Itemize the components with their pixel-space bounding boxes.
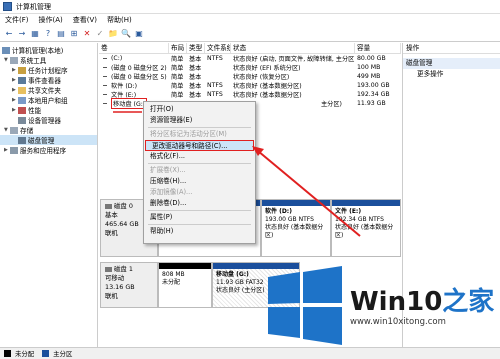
annotation-arrow-line: [257, 150, 361, 237]
watermark-title: Win10之家: [350, 287, 495, 317]
watermark-url: www.win10xitong.com: [350, 317, 446, 327]
watermark-logo: Win10之家 www.win10xitong.com: [260, 265, 500, 347]
